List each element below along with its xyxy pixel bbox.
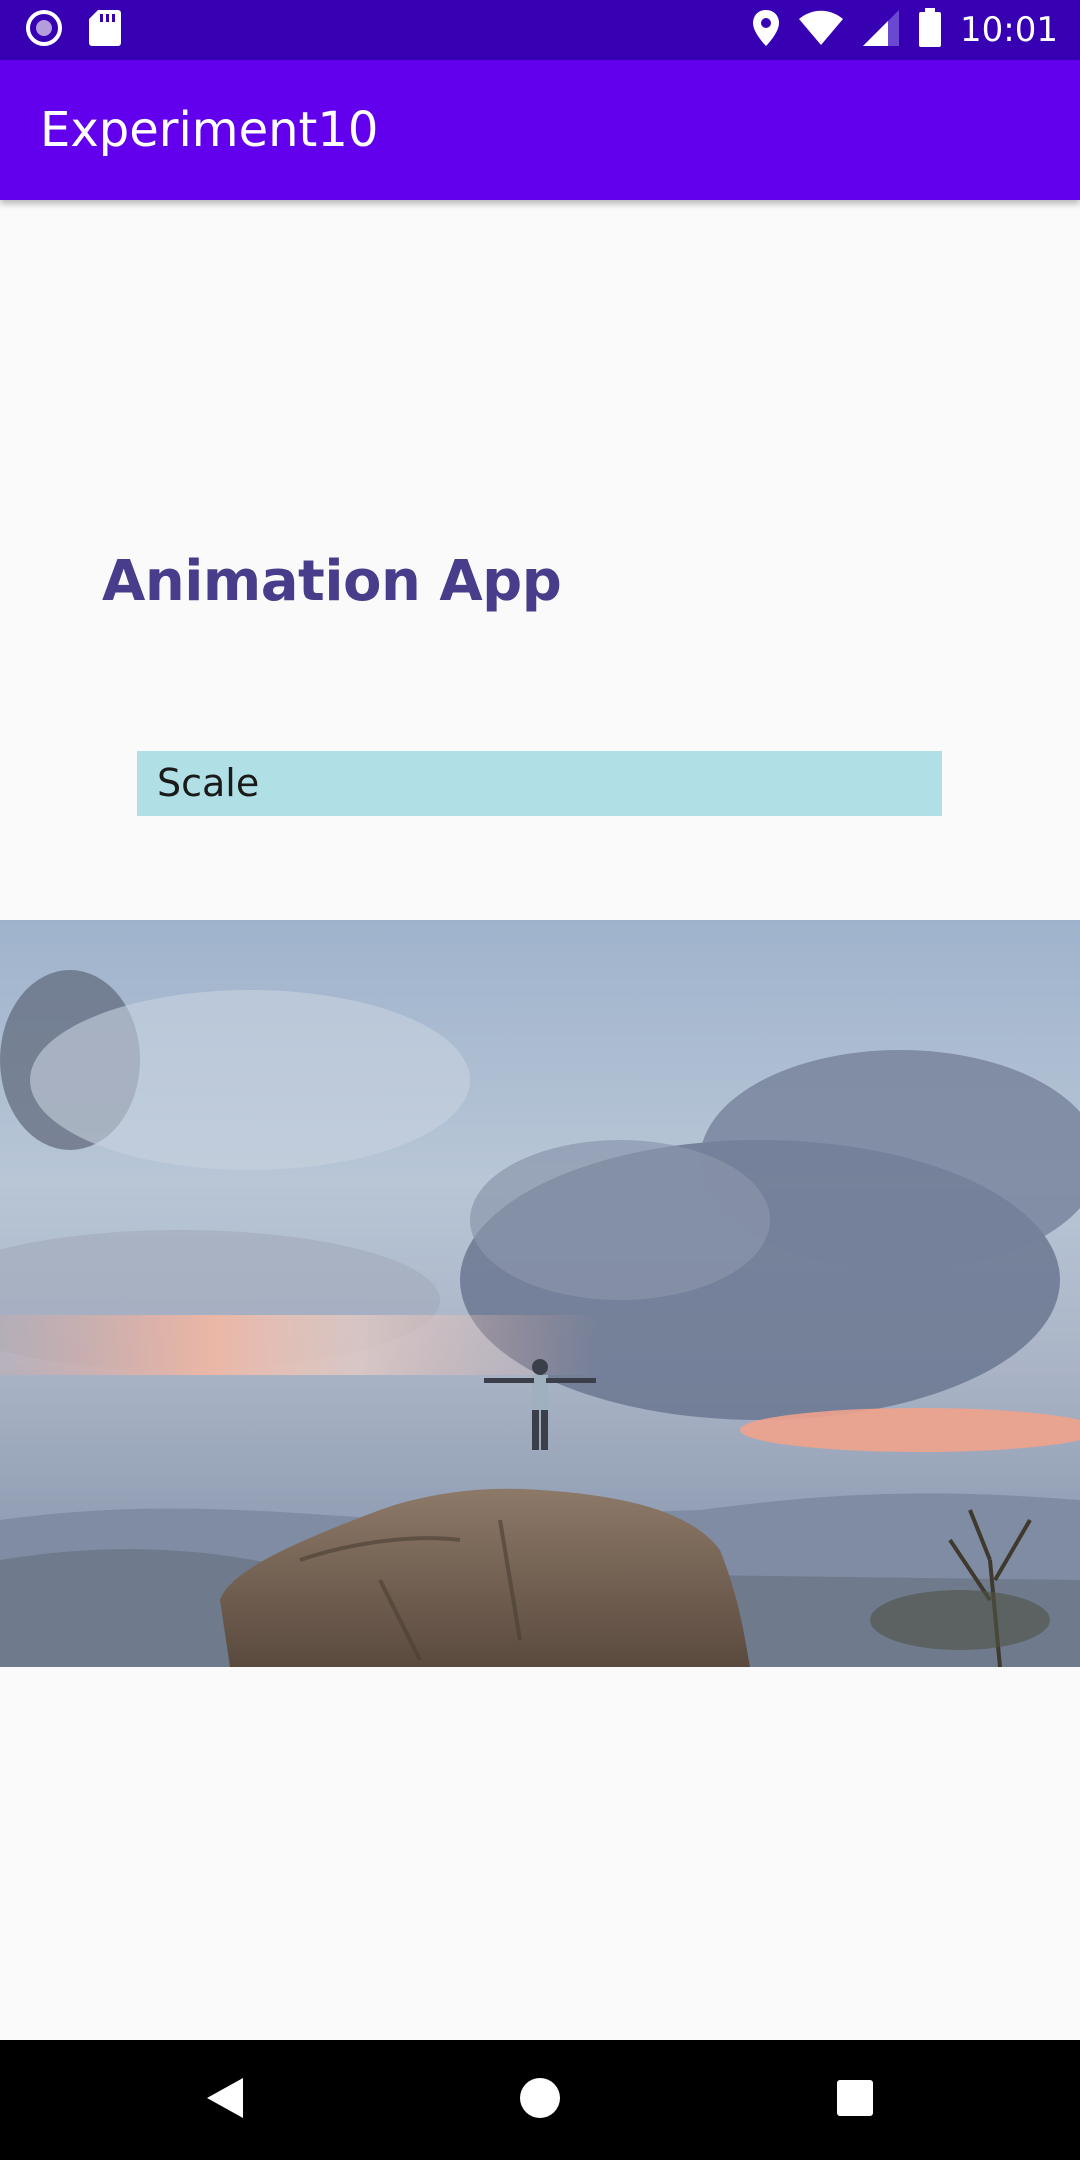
scale-button[interactable]: Scale (137, 751, 942, 816)
record-icon (24, 8, 64, 52)
home-button[interactable] (510, 2070, 570, 2130)
status-right-icons: 10:01 (752, 8, 1058, 52)
recents-button[interactable] (825, 2070, 885, 2130)
page-heading: Animation App (102, 549, 562, 614)
recents-icon (835, 2078, 875, 2122)
battery-icon (918, 8, 942, 52)
status-time: 10:01 (960, 10, 1058, 50)
app-title: Experiment10 (40, 102, 379, 158)
home-icon (518, 2076, 562, 2124)
app-bar: Experiment10 (0, 60, 1080, 200)
navigation-bar (0, 2040, 1080, 2160)
status-bar: 10:01 (0, 0, 1080, 60)
sd-card-icon (88, 8, 122, 52)
back-button[interactable] (195, 2070, 255, 2130)
back-icon (205, 2076, 245, 2124)
signal-icon (862, 9, 900, 51)
landscape-image (0, 920, 1080, 1667)
location-icon (752, 9, 780, 51)
status-left-icons (24, 10, 122, 50)
wifi-icon (798, 10, 844, 50)
